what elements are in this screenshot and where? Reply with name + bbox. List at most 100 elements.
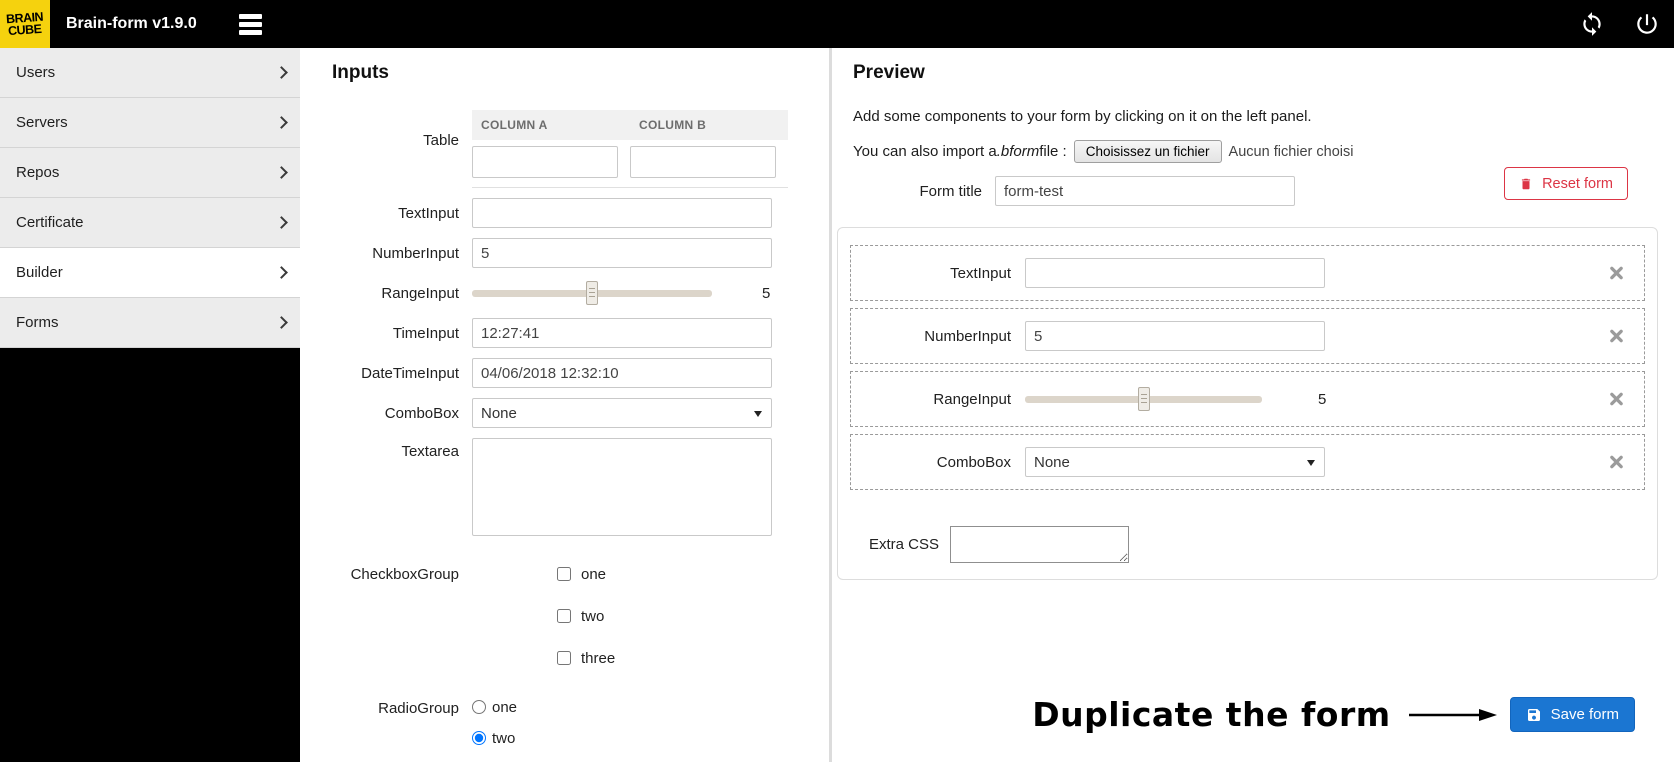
textarea-component-row[interactable]: Textarea <box>300 438 829 541</box>
import-instruction: You can also import a .bform file : Choi… <box>853 140 1674 163</box>
number-input-field[interactable] <box>472 238 772 268</box>
preview-row-textinput[interactable]: TextInput <box>850 245 1645 301</box>
table-cell-b-input[interactable] <box>630 146 776 178</box>
table-component-row[interactable]: Table COLUMN A COLUMN B <box>300 110 829 188</box>
checkbox-two[interactable] <box>557 609 571 623</box>
form-title-label: Form title <box>919 182 982 200</box>
preview-row-rangeinput[interactable]: RangeInput 5 <box>850 371 1645 427</box>
radio-one[interactable] <box>472 700 486 714</box>
close-icon <box>1610 266 1623 280</box>
power-icon[interactable] <box>1634 11 1660 37</box>
field-label-textinput: TextInput <box>398 204 459 222</box>
annotation-arrow-icon <box>1408 708 1497 721</box>
remove-combobox-button[interactable] <box>1609 455 1624 470</box>
combobox-arrow-icon <box>1307 460 1315 466</box>
chevron-right-icon <box>275 266 288 279</box>
text-input-field[interactable] <box>472 198 772 228</box>
sidebar-item-label: Repos <box>16 164 60 181</box>
preview-number-input-field[interactable] <box>1025 321 1325 351</box>
close-icon <box>1610 392 1623 406</box>
duplicate-form-annotation: Duplicate the form <box>1032 695 1391 734</box>
chevron-right-icon <box>275 316 288 329</box>
sidebar-item-builder[interactable]: Builder <box>0 248 300 298</box>
timeinput-component-row[interactable]: TimeInput <box>300 318 829 348</box>
extra-css-textarea[interactable] <box>950 526 1130 563</box>
preview-panel: Preview Add some components to your form… <box>832 48 1674 762</box>
field-label-textarea: Textarea <box>401 443 459 460</box>
table-cell-a-input[interactable] <box>472 146 618 178</box>
file-upload-status: Aucun fichier choisi <box>1228 143 1354 160</box>
preview-row-combobox[interactable]: ComboBox None <box>850 434 1645 490</box>
range-thumb[interactable] <box>586 281 598 305</box>
preview-rangeinput-label: RangeInput <box>933 390 1011 408</box>
preview-range-slider[interactable] <box>1025 384 1262 414</box>
braincube-logo[interactable]: BRAIN CUBE <box>0 0 50 48</box>
trash-icon <box>1521 178 1531 189</box>
field-label-combobox: ComboBox <box>384 404 459 422</box>
range-thumb-grip <box>589 288 595 299</box>
extra-css-label: Extra CSS <box>869 536 940 553</box>
textarea-field[interactable] <box>472 438 772 536</box>
numberinput-component-row[interactable]: NumberInput <box>300 238 829 268</box>
remove-rangeinput-button[interactable] <box>1609 392 1624 407</box>
textinput-component-row[interactable]: TextInput <box>300 198 829 228</box>
save-form-button[interactable]: Save form <box>1509 697 1635 732</box>
sidebar-filler <box>0 348 300 762</box>
field-label-timeinput: TimeInput <box>392 324 459 342</box>
time-input-field[interactable] <box>472 318 772 348</box>
sidebar-item-servers[interactable]: Servers <box>0 98 300 148</box>
table-header: COLUMN A COLUMN B <box>472 110 788 140</box>
chevron-right-icon <box>275 216 288 229</box>
close-icon <box>1610 455 1623 469</box>
reset-form-label: Reset form <box>1542 175 1613 192</box>
checkbox-option-three: three <box>557 645 788 671</box>
field-label-datetimeinput: DateTimeInput <box>361 364 459 382</box>
checkboxgroup-component-row[interactable]: CheckboxGroup one two three <box>300 561 829 687</box>
save-form-label: Save form <box>1550 706 1619 723</box>
preview-combobox-select[interactable]: None <box>1025 447 1325 477</box>
sidebar-item-certificate[interactable]: Certificate <box>0 198 300 248</box>
sidebar-item-users[interactable]: Users <box>0 48 300 98</box>
preview-row-numberinput[interactable]: NumberInput <box>850 308 1645 364</box>
import-file-extension: .bform <box>996 143 1040 160</box>
range-value: 5 <box>762 284 771 302</box>
inputs-panel: Inputs Table COLUMN A COLUMN B TextInput… <box>300 48 832 762</box>
datetimeinput-component-row[interactable]: DateTimeInput <box>300 358 829 388</box>
field-label-radiogroup: RadioGroup <box>378 700 459 717</box>
sidebar-item-forms[interactable]: Forms <box>0 298 300 348</box>
combobox-select[interactable]: None <box>472 398 772 428</box>
checkbox-three[interactable] <box>557 651 571 665</box>
chevron-right-icon <box>275 166 288 179</box>
radio-option-one: one <box>472 697 788 717</box>
preview-text-input-field[interactable] <box>1025 258 1325 288</box>
combobox-component-row[interactable]: ComboBox None <box>300 398 829 428</box>
table-component: COLUMN A COLUMN B <box>472 110 788 188</box>
checkbox-one[interactable] <box>557 567 571 581</box>
datetime-input-field[interactable] <box>472 358 772 388</box>
file-upload-button[interactable]: Choisissez un fichier <box>1073 140 1222 163</box>
table-column-b-header: COLUMN B <box>639 118 707 132</box>
topbar: BRAIN CUBE Brain-form v1.9.0 <box>0 0 1674 48</box>
checkbox-option-two: two <box>557 603 788 629</box>
remove-textinput-button[interactable] <box>1609 266 1624 281</box>
rangeinput-component-row[interactable]: RangeInput 5 <box>300 278 829 308</box>
sidebar-item-repos[interactable]: Repos <box>0 148 300 198</box>
range-thumb[interactable] <box>1137 387 1150 411</box>
radio-option-two: two <box>472 728 788 748</box>
radio-two[interactable] <box>472 731 486 745</box>
refresh-icon[interactable] <box>1579 11 1605 37</box>
preview-range-value: 5 <box>1318 390 1327 408</box>
form-title-input[interactable] <box>995 176 1295 206</box>
sidebar-item-label: Servers <box>16 114 68 131</box>
range-slider[interactable] <box>472 278 712 308</box>
radiogroup-component-row[interactable]: RadioGroup one two <box>300 697 829 759</box>
remove-numberinput-button[interactable] <box>1609 329 1624 344</box>
preview-numberinput-label: NumberInput <box>924 327 1011 345</box>
hamburger-bar <box>238 29 262 35</box>
hamburger-menu-icon[interactable] <box>235 10 266 39</box>
field-label-checkboxgroup: CheckboxGroup <box>350 566 459 583</box>
import-text-prefix: You can also import a <box>853 143 997 160</box>
app-title: Brain-form v1.9.0 <box>66 15 197 32</box>
reset-form-button[interactable]: Reset form <box>1504 167 1628 200</box>
hamburger-bar <box>238 21 262 27</box>
